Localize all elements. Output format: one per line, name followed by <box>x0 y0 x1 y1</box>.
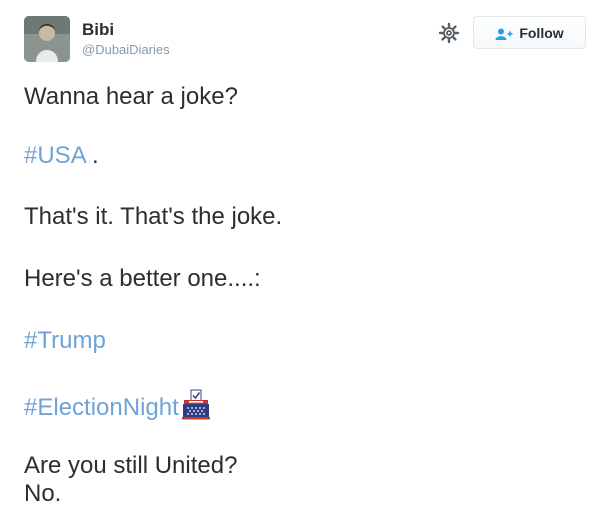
user-handle[interactable]: @DubaiDiaries <box>82 43 170 57</box>
tweet-line: Here's a better one....: <box>24 265 261 292</box>
ballot-box-icon <box>180 389 212 421</box>
tweet-line: Are you still United? <box>24 452 238 479</box>
tweet-text-fragment: . <box>85 142 99 169</box>
tweet-line: No. <box>24 480 62 507</box>
tweet-header: Bibi @DubaiDiaries Follow <box>24 15 586 62</box>
avatar[interactable] <box>24 16 70 62</box>
tweet-line: Wanna hear a joke? <box>24 83 238 110</box>
display-name[interactable]: Bibi <box>82 21 114 39</box>
tweet-line: That's it. That's the joke. <box>24 203 283 230</box>
tweet-line-electionnight: #ElectionNight <box>24 389 212 422</box>
hashtag-trump[interactable]: #Trump <box>24 327 106 354</box>
tweet-line-trump: #Trump <box>24 327 106 355</box>
hashtag-electionnight[interactable]: #ElectionNight <box>24 394 179 421</box>
tweet-line-usa: #USA . <box>24 142 99 170</box>
follow-label: Follow <box>519 24 564 41</box>
avatar-image <box>24 16 70 62</box>
add-user-icon <box>495 27 513 40</box>
hashtag-usa[interactable]: #USA <box>24 142 85 169</box>
follow-button[interactable]: Follow <box>473 16 586 49</box>
gear-icon[interactable] <box>438 22 460 44</box>
